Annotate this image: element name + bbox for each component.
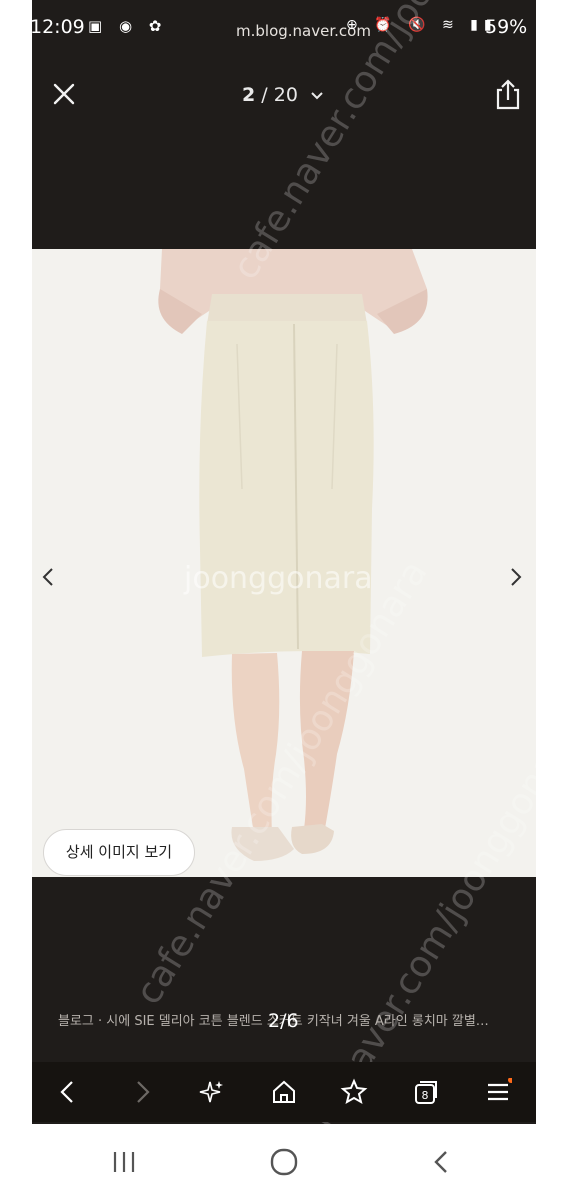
notification-icons: ▣ ◉ ✿ <box>88 17 168 35</box>
detail-image-button[interactable]: 상세 이미지 보기 <box>43 829 195 876</box>
svg-text:8: 8 <box>422 1089 429 1102</box>
sparkle-icon[interactable] <box>198 1078 226 1106</box>
product-photo[interactable]: joonggonara <box>32 249 536 877</box>
back-icon[interactable] <box>54 1078 82 1106</box>
bookmark-star-icon[interactable] <box>340 1078 368 1106</box>
skirt-illustration <box>32 249 536 877</box>
system-icons: ⊕ ⏰ 🔇 ≋ ▮▮ <box>346 17 498 33</box>
android-nav-bar <box>0 1124 568 1200</box>
back-nav-icon[interactable] <box>428 1148 456 1176</box>
menu-icon[interactable] <box>484 1078 512 1106</box>
forward-icon[interactable] <box>128 1078 156 1106</box>
tabs-icon[interactable]: 8 <box>412 1078 440 1106</box>
status-bar: 12:09 ▣ ◉ ✿ m.blog.naver.com ⊕ ⏰ 🔇 ≋ ▮▮ … <box>0 0 568 58</box>
viewer-top-bar: 2 / 20 <box>32 62 536 132</box>
home-nav-icon[interactable] <box>268 1146 300 1178</box>
chevron-left-icon[interactable] <box>38 566 58 588</box>
recent-apps-icon[interactable] <box>110 1148 138 1176</box>
chevron-right-icon[interactable] <box>506 566 526 588</box>
chevron-down-icon <box>311 92 323 100</box>
battery-level: 59% <box>485 16 528 38</box>
image-counter[interactable]: 2 / 20 <box>242 84 324 106</box>
close-icon[interactable] <box>52 82 76 106</box>
page-indicator: 2/6 <box>268 1010 299 1032</box>
share-icon[interactable] <box>494 78 524 110</box>
home-icon[interactable] <box>270 1078 298 1106</box>
counter-separator: / <box>261 84 268 106</box>
counter-total: 20 <box>273 84 298 106</box>
browser-toolbar: 8 <box>32 1062 536 1122</box>
counter-current: 2 <box>242 84 256 106</box>
status-time: 12:09 <box>30 16 85 38</box>
